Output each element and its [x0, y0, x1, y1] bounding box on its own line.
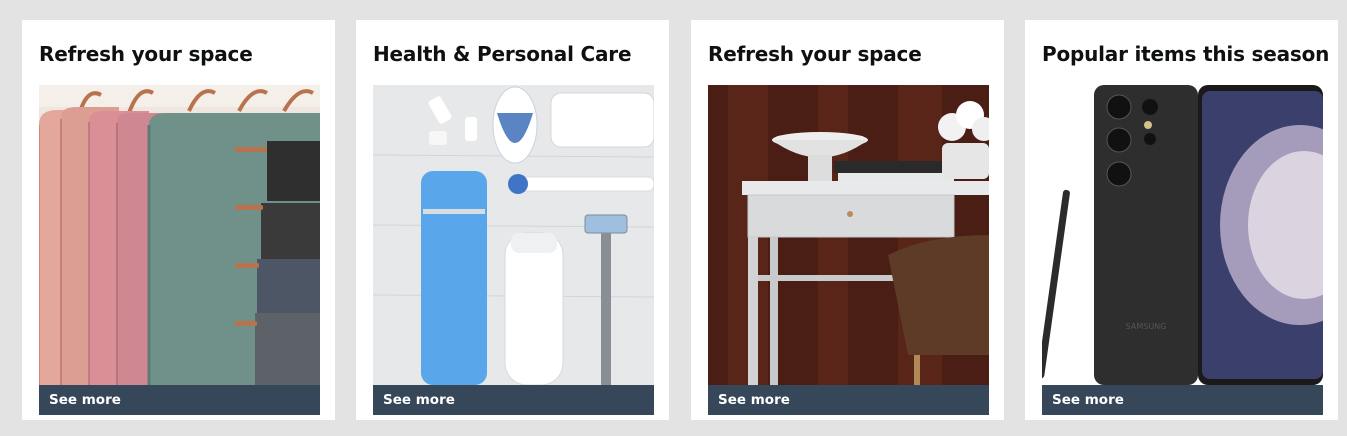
samsung-wordmark: SAMSUNG — [1126, 322, 1167, 331]
see-more-link[interactable]: See more — [373, 385, 654, 415]
see-more-link[interactable]: See more — [1042, 385, 1323, 415]
personal-care-image[interactable] — [373, 85, 654, 385]
towels-image[interactable] — [39, 85, 320, 385]
phone-image[interactable]: SAMSUNG — [1042, 85, 1323, 385]
product-card-personal-care[interactable]: Health & Personal Care See more — [356, 20, 669, 420]
product-card-towels[interactable]: Refresh your space See more — [22, 20, 335, 420]
card-row: Refresh your space See more Health & Per… — [0, 0, 1347, 436]
card-title: Health & Personal Care — [373, 42, 632, 66]
product-card-desk[interactable]: Refresh your space See more — [691, 20, 1004, 420]
product-card-phone[interactable]: Popular items this season SAMSUNG See mo… — [1025, 20, 1338, 420]
card-title: Refresh your space — [708, 42, 922, 66]
card-title: Popular items this season — [1042, 42, 1330, 66]
see-more-link[interactable]: See more — [39, 385, 320, 415]
desk-image[interactable] — [708, 85, 989, 385]
see-more-link[interactable]: See more — [708, 385, 989, 415]
card-title: Refresh your space — [39, 42, 253, 66]
